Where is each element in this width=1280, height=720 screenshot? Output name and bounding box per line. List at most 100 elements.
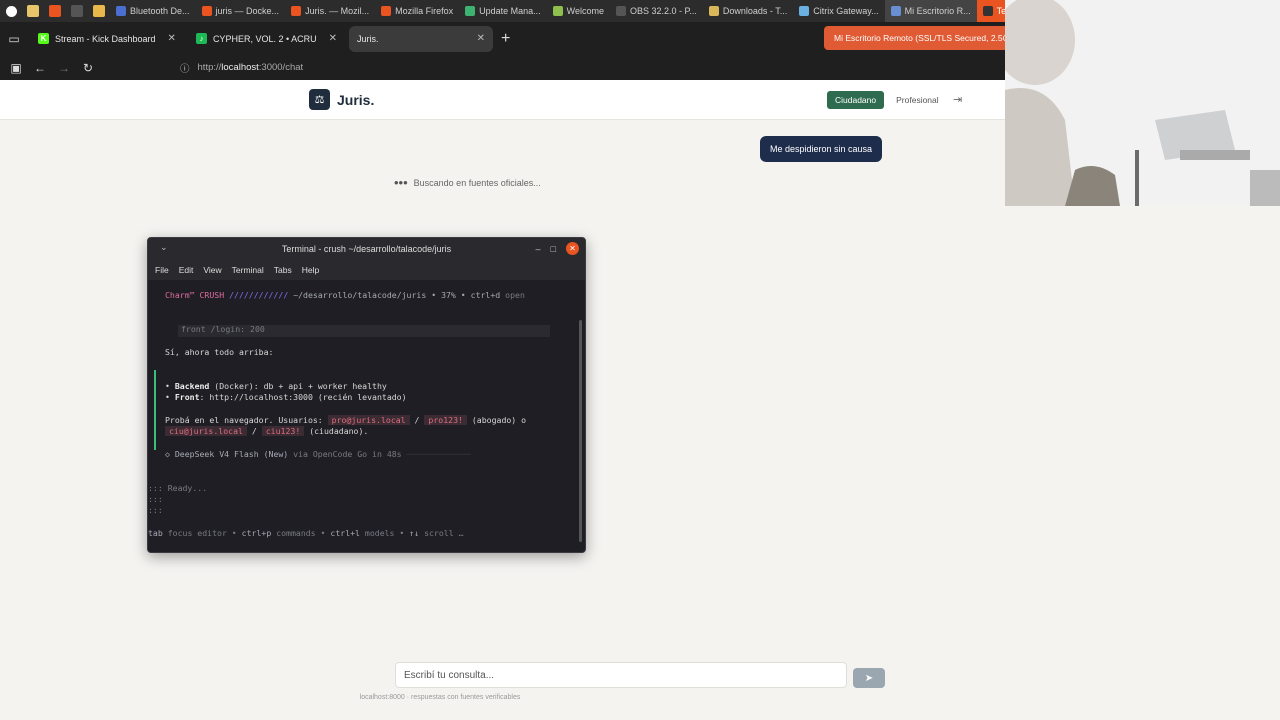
taskbar-task[interactable]: juris — Docke... [196, 0, 286, 22]
task-label: OBS 32.2.0 - P... [630, 6, 697, 16]
backend-line: • Backend (Docker): db + api + worker he… [165, 381, 387, 391]
code-snippet: front /login: 200 [181, 324, 265, 334]
app-header: ⚖ Juris. Ciudadano Profesional ⇥ [0, 80, 1005, 120]
taskbar-task[interactable]: Downloads - T... [703, 0, 793, 22]
chevron-down-icon[interactable]: ⌄ [160, 242, 168, 253]
remote-desktop-notification[interactable]: Mi Escritorio Remoto (SSL/TLS Secured, 2… [824, 26, 1005, 50]
browser-tab[interactable]: Juris. ✕ [349, 25, 494, 52]
response-intro: Sí, ahora todo arriba: [165, 347, 274, 357]
task-app-icon [982, 6, 993, 16]
menu-view[interactable]: View [203, 265, 221, 275]
task-app-icon [799, 6, 810, 16]
users-line-2: ciu@juris.local / ciu123! (ciudadano). [165, 426, 368, 436]
task-app-icon [201, 6, 212, 16]
tab-overview-icon[interactable]: ▭ [2, 27, 26, 51]
browser-nav-bar: ▣ ← → ↻ ⓘ http://localhost:3000/chat [0, 55, 1005, 80]
menu-edit[interactable]: Edit [179, 265, 194, 275]
browser-tab[interactable]: ♪ CYPHER, VOL. 2 • ACRU ✕ [188, 26, 345, 52]
task-label: juris — Docke... [215, 6, 280, 16]
message-input[interactable]: Escribí tu consulta... [395, 662, 847, 688]
app-icon[interactable] [66, 0, 88, 22]
sidebar-toggle-icon[interactable]: ▣ [4, 56, 28, 80]
model-line: ◇ DeepSeek V4 Flash (New) via OpenCode G… [165, 449, 471, 459]
tab-close-icon[interactable]: ✕ [168, 33, 176, 44]
brand[interactable]: ⚖ Juris. [309, 89, 374, 110]
scales-logo-icon: ⚖ [309, 89, 330, 110]
menu-tabs[interactable]: Tabs [274, 265, 292, 275]
task-label: Update Mana... [479, 6, 541, 16]
task-app-icon [381, 6, 392, 16]
taskbar-task[interactable]: Mi Escritorio R... [884, 0, 977, 22]
role-ciudadano-button[interactable]: Ciudadano [827, 91, 885, 109]
task-label: Welcome [566, 6, 604, 16]
tab-close-icon[interactable]: ✕ [329, 33, 337, 44]
colons-line-2: ::: [148, 505, 163, 515]
task-app-icon [291, 6, 302, 16]
maximize-icon[interactable]: □ [551, 244, 556, 254]
tab-label: CYPHER, VOL. 2 • ACRU [212, 33, 317, 44]
task-label: Juris. — Mozil... [305, 6, 370, 16]
user-message-bubble: Me despidieron sin causa [760, 136, 883, 162]
task-label: Mozilla Firefox [395, 6, 454, 16]
site-info-icon[interactable]: ⓘ [180, 61, 190, 75]
terminal-titlebar[interactable]: ⌄ Terminal - crush ~/desarrollo/talacode… [148, 238, 585, 260]
close-icon[interactable]: ✕ [566, 242, 579, 255]
task-app-icon [465, 6, 476, 16]
tab-favicon-icon: K [38, 33, 49, 44]
terminal-output[interactable]: Charm™ CRUSH //////////// ~/desarrollo/t… [148, 280, 585, 552]
taskbar-task[interactable]: Update Mana... [459, 0, 547, 22]
tab-label: Stream - Kick Dashboard [55, 33, 156, 44]
users-line: Probá en el navegador. Usuarios: pro@jur… [165, 415, 527, 425]
minimize-icon[interactable]: – [536, 244, 541, 254]
response-quote-bar [154, 370, 156, 450]
searching-text: Buscando en fuentes oficiales... [413, 177, 541, 188]
task-label: Bluetooth De... [130, 6, 190, 16]
taskbar-task[interactable]: Bluetooth De... [110, 0, 196, 22]
browser-tab[interactable]: K Stream - Kick Dashboard ✕ [30, 26, 184, 52]
shortcut-hints: tab focus editor • ctrl+p commands • ctr… [148, 528, 464, 538]
footer-note-text: localhost:8000 · respuestas con fuentes … [359, 694, 521, 701]
menu-terminal[interactable]: Terminal [232, 265, 264, 275]
terminal-scrollbar[interactable] [579, 320, 582, 542]
back-button[interactable]: ← [28, 56, 52, 80]
os-menu-icon[interactable] [0, 0, 22, 22]
task-label: Mi Escritorio R... [904, 6, 971, 16]
webcam-overlay [1005, 0, 1280, 206]
tab-close-icon[interactable]: ✕ [477, 33, 485, 44]
new-tab-button[interactable]: + [501, 30, 510, 48]
task-app-icon [552, 6, 563, 16]
folder-icon[interactable] [88, 0, 110, 22]
taskbar-task[interactable]: Citrix Gateway... [793, 0, 884, 22]
ready-line: ::: Ready... [148, 483, 208, 493]
role-profesional-button[interactable]: Profesional [888, 91, 947, 109]
role-switch: Ciudadano Profesional [827, 91, 947, 109]
task-app-icon [616, 6, 626, 16]
task-app-icon [890, 6, 901, 16]
ubuntu-icon[interactable] [44, 0, 66, 22]
taskbar-task[interactable]: OBS 32.2.0 - P... [610, 0, 703, 22]
task-label: Citrix Gateway... [813, 6, 879, 16]
terminal-window[interactable]: ⌄ Terminal - crush ~/desarrollo/talacode… [147, 237, 586, 553]
menu-file[interactable]: File [155, 265, 169, 275]
forward-button[interactable]: → [52, 56, 76, 80]
send-button[interactable]: ➤ [853, 668, 885, 688]
taskbar-task-list: Bluetooth De... juris — Docke... Juris. — … [110, 0, 1019, 22]
task-app-icon [116, 6, 126, 16]
taskbar-task[interactable]: Welcome [547, 0, 610, 22]
taskbar-task[interactable]: Juris. — Mozil... [285, 0, 375, 22]
url-text: http://localhost:3000/chat [197, 62, 304, 73]
tab-favicon-icon: ♪ [195, 33, 207, 44]
task-app-icon [708, 6, 719, 16]
front-line: • Front: http://localhost:3000 (recién l… [165, 392, 407, 402]
webcam-image [1005, 0, 1280, 206]
notes-icon[interactable] [22, 0, 44, 22]
tab-list: K Stream - Kick Dashboard ✕ ♪ CYPHER, VOL. 2… [26, 25, 494, 52]
address-bar[interactable]: ⓘ http://localhost:3000/chat [180, 61, 303, 75]
logout-icon[interactable]: ⇥ [953, 93, 962, 106]
colons-line-1: ::: [148, 494, 163, 504]
reload-button[interactable]: ↻ [76, 56, 100, 80]
menu-help[interactable]: Help [302, 265, 319, 275]
taskbar-task[interactable]: Mozilla Firefox [375, 0, 459, 22]
tab-label: Juris. [357, 33, 379, 44]
searching-indicator: ••• Buscando en fuentes oficiales... [394, 175, 541, 190]
